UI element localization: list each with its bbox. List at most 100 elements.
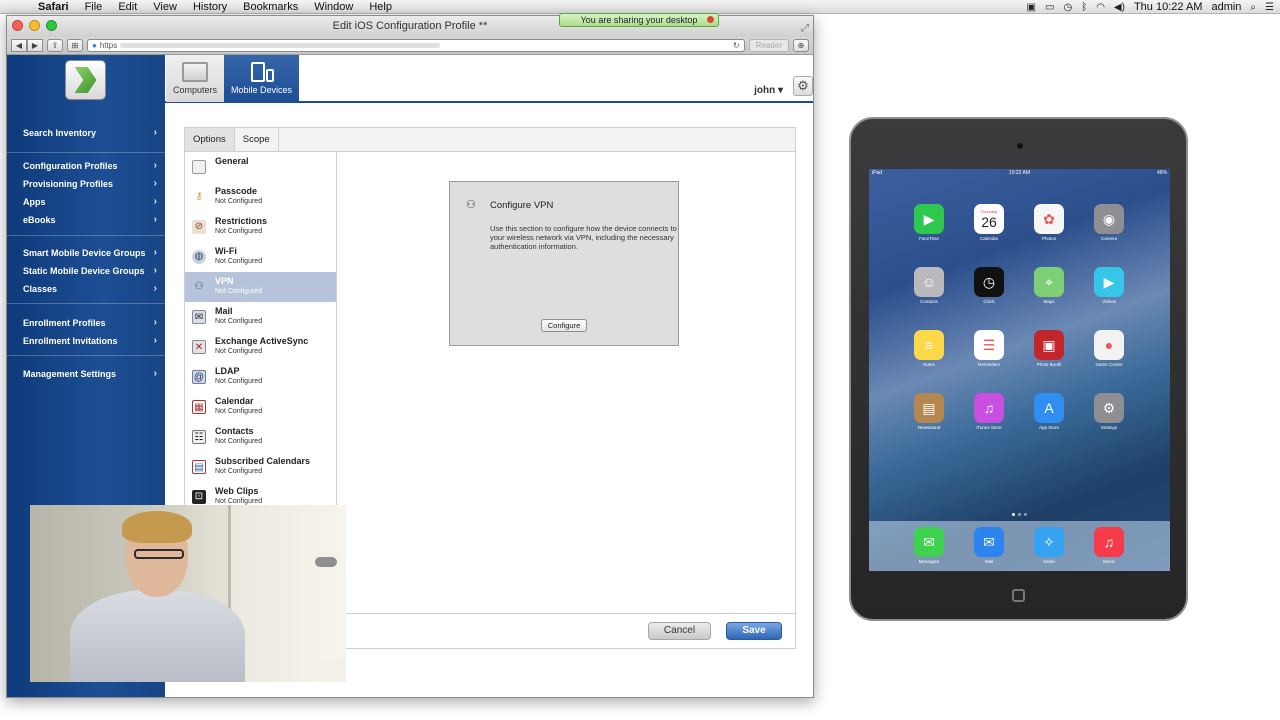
airplay-icon[interactable]: ▭	[1045, 2, 1054, 13]
sidebar-item-apps[interactable]: Apps ›	[7, 193, 165, 211]
spotlight-icon[interactable]: ⌕	[1250, 2, 1256, 13]
payload-general[interactable]: General	[185, 152, 336, 182]
payload-contacts[interactable]: ☷ Contacts Not Configured	[185, 422, 336, 452]
payload-passcode[interactable]: ⚷ Passcode Not Configured	[185, 182, 336, 212]
payload-mail[interactable]: ✉ Mail Not Configured	[185, 302, 336, 332]
app-label: App Store	[1038, 425, 1059, 430]
sidebar-item-provisioning-profiles[interactable]: Provisioning Profiles ›	[7, 175, 165, 193]
sidebar-item-configuration-profiles[interactable]: Configuration Profiles ›	[7, 157, 165, 175]
screen-share-icon[interactable]: ▣	[1027, 2, 1036, 13]
sidebar-item-management-settings[interactable]: Management Settings ›	[7, 365, 165, 383]
app-maps[interactable]: ⌖ Maps	[1019, 267, 1079, 304]
app-game-center[interactable]: ● Game Center	[1079, 330, 1139, 367]
home-button[interactable]	[1012, 589, 1025, 602]
close-window-button[interactable]	[12, 20, 23, 31]
app-contacts[interactable]: ☺ Contacts	[899, 267, 959, 304]
payload-web-clips[interactable]: ⊡ Web Clips Not Configured	[185, 482, 336, 507]
configure-button[interactable]: Configure	[541, 319, 587, 332]
menu-help[interactable]: Help	[361, 0, 400, 14]
cancel-button[interactable]: Cancel	[648, 622, 711, 640]
time-machine-icon[interactable]: ◷	[1063, 2, 1072, 13]
sidebar-item-smart-groups[interactable]: Smart Mobile Device Groups ›	[7, 244, 165, 262]
sidebar-item-enrollment-invitations[interactable]: Enrollment Invitations ›	[7, 332, 165, 350]
app-notes[interactable]: ≡ Notes	[899, 330, 959, 367]
payload-calendar[interactable]: ▦ Calendar Not Configured	[185, 392, 336, 422]
ipad-time: 10:22 AM	[1008, 170, 1031, 176]
payload-wifi[interactable]: ◍ Wi-Fi Not Configured	[185, 242, 336, 272]
menu-view[interactable]: View	[145, 0, 185, 14]
app-calendar[interactable]: Thursday 26 Calendar	[959, 204, 1019, 241]
app-newsstand[interactable]: ▤ Newsstand	[899, 393, 959, 430]
monitor-icon	[182, 62, 208, 82]
app-settings[interactable]: ⚙ Settings	[1079, 393, 1139, 430]
jss-logo[interactable]	[65, 60, 106, 100]
url-scheme: https	[99, 41, 118, 50]
tab-mobile-devices[interactable]: Mobile Devices	[224, 55, 299, 102]
app-messages[interactable]: ✉ Messages	[899, 527, 959, 564]
app-photo-booth[interactable]: ▣ Photo Booth	[1019, 330, 1079, 367]
chevron-right-icon: ›	[153, 196, 157, 207]
sidebar-item-enrollment-profiles[interactable]: Enrollment Profiles ›	[7, 314, 165, 332]
wifi-icon[interactable]: ◠	[1096, 2, 1105, 13]
sidebar-item-label: Smart Mobile Device Groups	[23, 248, 146, 258]
app-itunes-store[interactable]: ♫ iTunes Store	[959, 393, 1019, 430]
address-bar[interactable]: ● https ↻	[87, 39, 745, 52]
contacts-icon: ☷	[192, 430, 206, 444]
sidebar-item-classes[interactable]: Classes ›	[7, 280, 165, 298]
stop-sharing-icon[interactable]	[707, 16, 714, 23]
minimize-window-button[interactable]	[29, 20, 40, 31]
bluetooth-icon[interactable]: ᛒ	[1081, 2, 1087, 13]
app-mail[interactable]: ✉ Mail	[959, 527, 1019, 564]
notification-center-icon[interactable]: ☰	[1265, 2, 1274, 13]
sidebar-item-label: Enrollment Profiles	[23, 318, 106, 328]
app-clock[interactable]: ◷ Clock	[959, 267, 1019, 304]
sidebar-item-ebooks[interactable]: eBooks ›	[7, 211, 165, 229]
forward-button[interactable]: ▶	[27, 39, 43, 52]
downloads-button[interactable]: ⊕	[793, 39, 809, 52]
menu-window[interactable]: Window	[306, 0, 361, 14]
menu-edit[interactable]: Edit	[110, 0, 145, 14]
tab-options[interactable]: Options	[185, 128, 235, 151]
tab-computers[interactable]: Computers	[166, 55, 224, 102]
user-menu[interactable]: john ▾	[754, 85, 783, 96]
payload-name: Passcode	[215, 186, 258, 196]
payload-subscribed-calendars[interactable]: ▤ Subscribed Calendars Not Configured	[185, 452, 336, 482]
zoom-window-button[interactable]	[46, 20, 57, 31]
app-app-store[interactable]: A App Store	[1019, 393, 1079, 430]
app-label: Music	[1103, 559, 1115, 564]
app-label: Mail	[984, 559, 994, 564]
payload-vpn[interactable]: ⚇ VPN Not Configured	[185, 272, 336, 302]
gear-icon[interactable]: ⚙	[793, 76, 813, 96]
back-button[interactable]: ◀	[11, 39, 27, 52]
app-photos[interactable]: ✿ Photos	[1019, 204, 1079, 241]
payload-ldap[interactable]: @ LDAP Not Configured	[185, 362, 336, 392]
menu-bookmarks[interactable]: Bookmarks	[235, 0, 306, 14]
menu-user[interactable]: admin	[1211, 1, 1241, 13]
fullscreen-icon[interactable]: ⤢	[801, 18, 809, 39]
menu-file[interactable]: File	[77, 0, 111, 14]
app-facetime[interactable]: ▶ FaceTime	[899, 204, 959, 241]
webcam-door	[228, 505, 346, 682]
app-videos[interactable]: ▶ Videos	[1079, 267, 1139, 304]
sidebar-item-label: eBooks	[23, 215, 56, 225]
app-reminders[interactable]: ☰ Reminders	[959, 330, 1019, 367]
menu-history[interactable]: History	[185, 0, 235, 14]
payload-exchange-activesync[interactable]: ✕ Exchange ActiveSync Not Configured	[185, 332, 336, 362]
share-button[interactable]: ⇪	[47, 39, 63, 52]
sidebar-item-search-inventory[interactable]: Search Inventory ›	[7, 124, 165, 142]
reader-button[interactable]: Reader	[748, 39, 789, 52]
menu-clock[interactable]: Thu 10:22 AM	[1134, 1, 1203, 13]
sidebar-item-static-groups[interactable]: Static Mobile Device Groups ›	[7, 262, 165, 280]
payload-name: VPN	[215, 276, 234, 286]
volume-icon[interactable]: ◀)	[1114, 2, 1125, 13]
app-music[interactable]: ♫ Music	[1079, 527, 1139, 564]
reload-icon[interactable]: ↻	[733, 40, 740, 51]
bookmarks-button[interactable]: ⊞	[67, 39, 83, 52]
menu-safari[interactable]: Safari	[30, 0, 77, 14]
app-safari[interactable]: ✧ Safari	[1019, 527, 1079, 564]
app-camera[interactable]: ◉ Camera	[1079, 204, 1139, 241]
payload-restrictions[interactable]: ⊘ Restrictions Not Configured	[185, 212, 336, 242]
sidebar-group-search: Search Inventory ›	[7, 124, 165, 142]
save-button[interactable]: Save	[726, 622, 782, 640]
tab-scope[interactable]: Scope	[235, 128, 279, 151]
